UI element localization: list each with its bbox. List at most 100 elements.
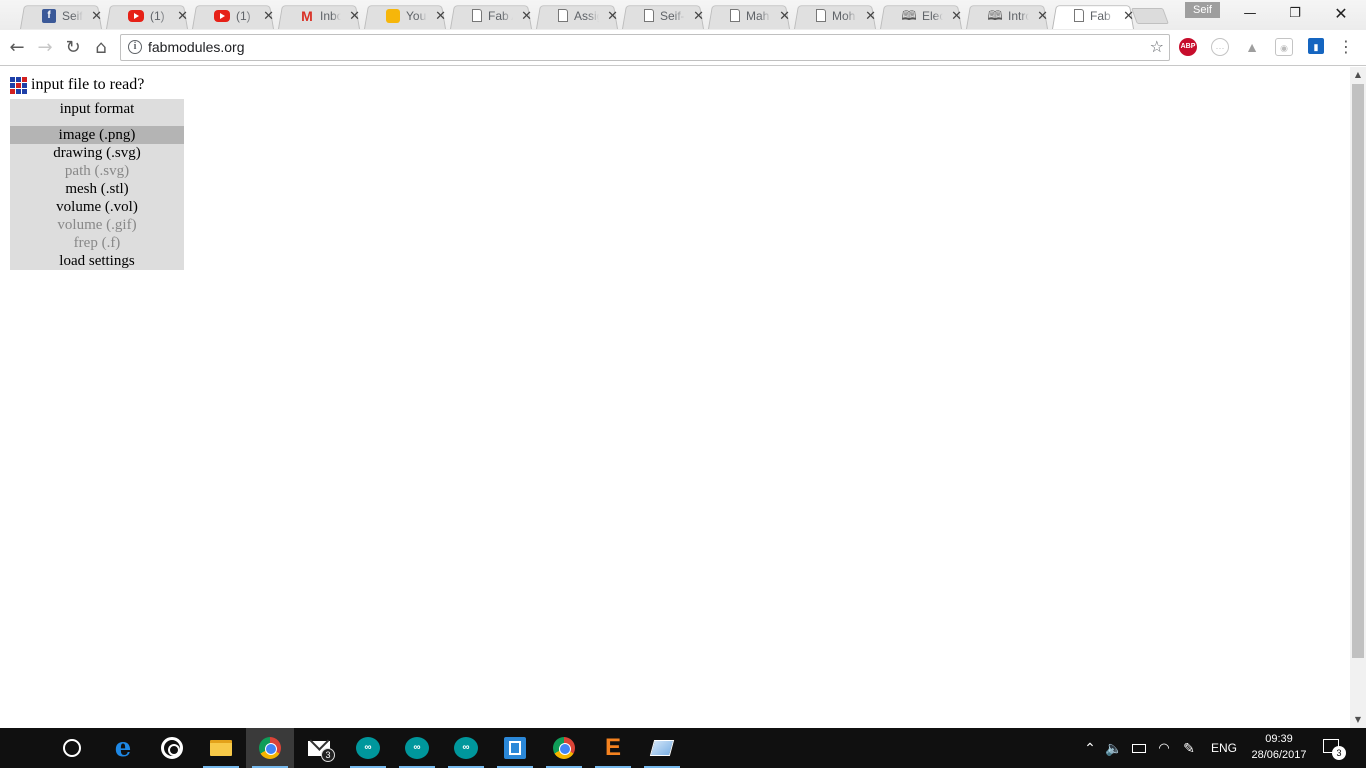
tab-seif[interactable]: Seif- ✕ [622, 2, 704, 29]
taskbar-chrome-active[interactable] [246, 728, 294, 768]
taskbar-blue-app[interactable] [491, 728, 539, 768]
battery-icon[interactable] [1128, 728, 1150, 768]
facebook-icon: f [42, 8, 56, 23]
new-tab-button[interactable] [1131, 8, 1169, 24]
taskbar-paper-app[interactable] [638, 728, 686, 768]
close-window-icon[interactable]: ✕ [1326, 4, 1356, 24]
tab-facebook[interactable]: f Seif A ✕ [20, 2, 102, 29]
restore-icon[interactable]: ❐ [1280, 4, 1310, 24]
arduino-icon: ∞ [356, 737, 380, 759]
close-icon[interactable]: ✕ [521, 8, 532, 24]
tab-moh[interactable]: Moh ✕ [794, 2, 876, 29]
close-icon[interactable]: ✕ [951, 8, 962, 24]
start-button[interactable] [0, 728, 48, 768]
scroll-thumb[interactable] [1352, 84, 1364, 658]
close-icon[interactable]: ✕ [1037, 8, 1048, 24]
notification-count: 3 [1332, 746, 1346, 760]
input-prompt-text: input file to read? [31, 76, 145, 93]
wifi-icon[interactable]: ◠ [1153, 728, 1175, 768]
taskbar-arduino-2[interactable]: ∞ [393, 728, 441, 768]
bookmark-star-icon[interactable]: ☆ [1150, 37, 1164, 56]
close-icon[interactable]: ✕ [177, 8, 188, 24]
extension-icon[interactable]: ··· [1211, 38, 1229, 56]
close-icon[interactable]: ✕ [693, 8, 704, 24]
input-format-menu: input format image (.png) drawing (.svg)… [10, 99, 184, 270]
blue-square-app-icon [504, 737, 526, 759]
tab-title: Inbox [320, 8, 342, 23]
input-language[interactable]: ENG [1206, 728, 1242, 768]
menu-item-image-png[interactable]: image (.png) [10, 126, 184, 144]
input-prompt[interactable]: input file to read? [10, 76, 144, 94]
taskbar-arduino-3[interactable]: ∞ [442, 728, 490, 768]
document-icon [472, 9, 482, 22]
close-icon[interactable]: ✕ [435, 8, 446, 24]
menu-kebab-icon[interactable]: ⋮ [1338, 38, 1354, 56]
cortana-button[interactable] [48, 728, 96, 768]
taskbar-arduino-1[interactable]: ∞ [344, 728, 392, 768]
forward-icon[interactable]: → [33, 36, 57, 60]
taskbar-e-app[interactable]: E [589, 728, 637, 768]
show-hidden-icons-chevron-up-icon[interactable]: ⌃ [1080, 728, 1100, 768]
tab-fab-active[interactable]: Fab I ✕ [1052, 2, 1134, 29]
tab-title: Elect [922, 8, 944, 23]
volume-icon[interactable]: 🔈 [1103, 728, 1125, 768]
target-app-icon [161, 737, 183, 759]
bookmark-extension-icon[interactable]: ▮ [1308, 38, 1324, 54]
pen-workspace-icon[interactable]: ✎ [1178, 728, 1200, 768]
taskbar-chrome-2[interactable] [540, 728, 588, 768]
close-icon[interactable]: ✕ [263, 8, 274, 24]
vertical-scrollbar[interactable]: ▲ ▼ [1350, 67, 1366, 728]
page-content: input file to read? input format image (… [0, 67, 1350, 727]
info-icon[interactable]: i [128, 40, 142, 54]
camera-extension-icon[interactable]: ◉ [1275, 38, 1293, 56]
menu-item-mesh-stl[interactable]: mesh (.stl) [10, 180, 184, 198]
taskbar-target-app[interactable] [148, 728, 196, 768]
close-icon[interactable]: ✕ [607, 8, 618, 24]
clock[interactable]: 09:39 28/06/2017 [1248, 731, 1310, 763]
tab-assig[interactable]: Assig ✕ [536, 2, 618, 29]
tab-title: Mah [746, 8, 770, 23]
tab-mah[interactable]: Mah ✕ [708, 2, 790, 29]
menu-item-volume-vol[interactable]: volume (.vol) [10, 198, 184, 216]
url-text[interactable]: fabmodules.org [148, 39, 245, 55]
drive-icon[interactable]: ▲ [1243, 38, 1261, 56]
chrome-icon [553, 737, 575, 759]
close-icon[interactable]: ✕ [1123, 8, 1134, 24]
menu-item-load-settings[interactable]: load settings [10, 252, 184, 270]
close-icon[interactable]: ✕ [779, 8, 790, 24]
tab-fab-a[interactable]: Fab A ✕ [450, 2, 532, 29]
scroll-down-icon[interactable]: ▼ [1350, 712, 1366, 728]
browser-toolbar: ← → ↻ ⌂ i fabmodules.org ☆ ABP ··· ▲ ◉ ▮… [0, 30, 1366, 66]
back-icon[interactable]: ← [5, 36, 29, 60]
tab-title: (1) Yo [150, 8, 169, 23]
scroll-up-icon[interactable]: ▲ [1350, 67, 1366, 83]
tab-elect[interactable]: 🕮 Elect ✕ [880, 2, 962, 29]
adblock-plus-icon[interactable]: ABP [1179, 38, 1197, 56]
minimize-icon[interactable]: — [1235, 4, 1265, 24]
home-icon[interactable]: ⌂ [89, 36, 113, 60]
tab-title: Intro [1008, 8, 1030, 23]
reload-icon[interactable]: ↻ [61, 36, 85, 60]
address-bar[interactable]: i fabmodules.org ☆ [120, 34, 1170, 61]
document-icon [730, 9, 740, 22]
book-icon: 🕮 [987, 8, 1003, 23]
action-center-button[interactable]: 3 [1320, 736, 1346, 760]
document-icon [644, 9, 654, 22]
close-icon[interactable]: ✕ [91, 8, 102, 24]
tab-youtube-2[interactable]: (1) M ✕ [192, 2, 274, 29]
tab-title: Moh [832, 8, 856, 23]
tab-gmail[interactable]: M Inbox ✕ [278, 2, 360, 29]
tab-title: Fab I [1090, 8, 1116, 23]
clock-date: 28/06/2017 [1251, 749, 1307, 761]
taskbar-mail[interactable]: 3 [295, 728, 343, 768]
taskbar-file-explorer[interactable] [197, 728, 245, 768]
close-icon[interactable]: ✕ [865, 8, 876, 24]
windows-logo-icon [12, 736, 36, 760]
profile-badge[interactable]: Seif [1185, 2, 1220, 18]
tab-intro[interactable]: 🕮 Intro ✕ [966, 2, 1048, 29]
menu-item-drawing-svg[interactable]: drawing (.svg) [10, 144, 184, 162]
tab-youtube-1[interactable]: (1) Yo ✕ [106, 2, 188, 29]
taskbar-edge[interactable]: e [99, 728, 147, 768]
tab-your[interactable]: Your ✕ [364, 2, 446, 29]
close-icon[interactable]: ✕ [349, 8, 360, 24]
